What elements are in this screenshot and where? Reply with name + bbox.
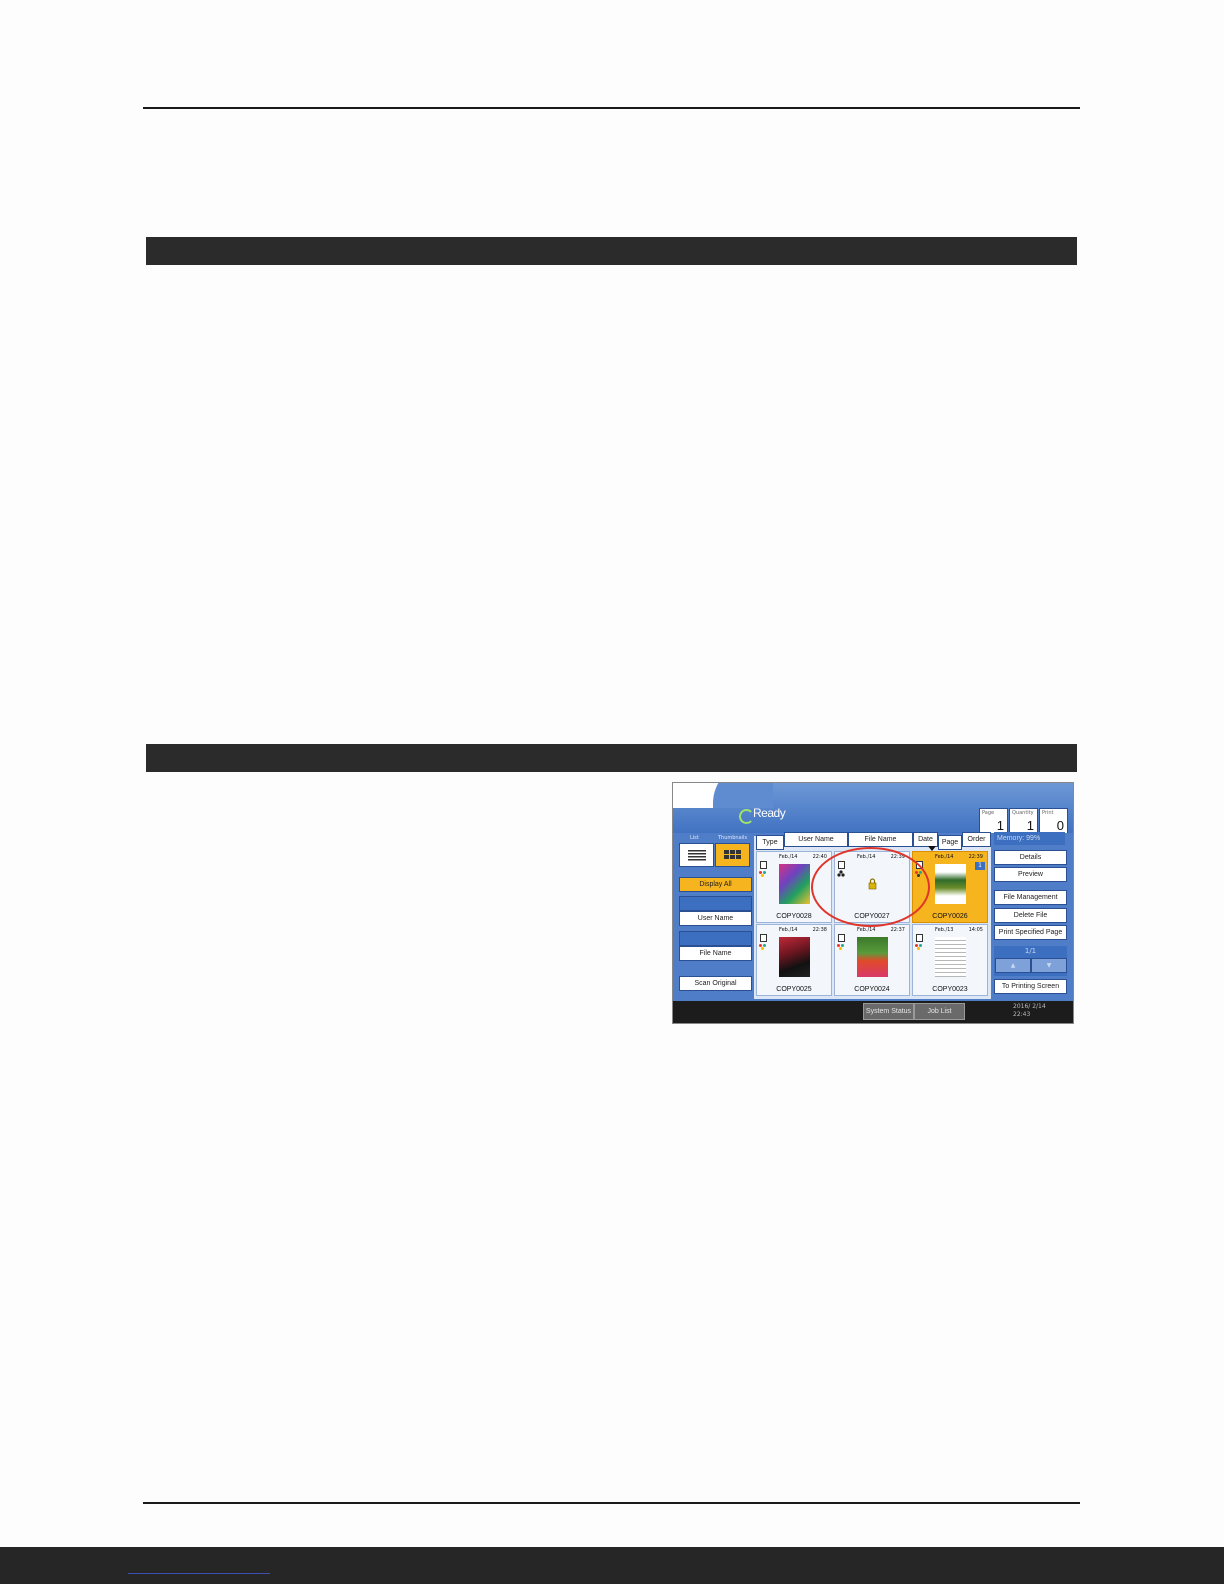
footer-rule: [143, 1502, 1080, 1504]
status-text: Ready: [753, 806, 786, 820]
file-name: COPY0026: [932, 913, 968, 920]
quantity-counter: Quantity 1: [1009, 808, 1038, 834]
quantity-counter-value: 1: [1026, 818, 1034, 833]
clock: 2016/ 2/14 22:43: [1013, 1003, 1046, 1019]
sort-file-name-button[interactable]: File Name: [848, 832, 913, 847]
file-name-field[interactable]: [679, 931, 752, 946]
file-thumbnail[interactable]: Feb./13 14:05 COPY0023: [912, 924, 988, 996]
list-icon: [688, 850, 706, 861]
footer-link[interactable]: [128, 1573, 270, 1574]
document-server-screen: Ready Page 1 Quantity 1 Print 0 List Thu…: [672, 782, 1074, 1024]
file-time: 14:05: [968, 927, 983, 933]
display-all-button[interactable]: Display All: [679, 877, 752, 892]
preview-button[interactable]: Preview: [994, 867, 1067, 882]
grid-icon: [724, 850, 741, 859]
section-bar-1: [146, 237, 1077, 265]
scan-original-button[interactable]: Scan Original: [679, 976, 752, 991]
file-date: Feb./14: [857, 927, 876, 933]
system-status-button[interactable]: System Status: [863, 1003, 914, 1020]
scroll-up-button[interactable]: ▲: [995, 958, 1031, 973]
file-date: Feb./14: [779, 927, 798, 933]
page-counter-label: Page: [982, 810, 995, 816]
print-counter-label: Print: [1042, 810, 1054, 816]
file-thumbnail[interactable]: Feb./14 22:37 COPY0024: [834, 924, 910, 996]
file-preview-image: [935, 864, 966, 904]
list-view-label: List: [690, 835, 699, 841]
thumbnail-view-button[interactable]: [715, 843, 750, 867]
file-date: Feb./14: [779, 854, 798, 860]
full-color-icon: [915, 944, 923, 950]
delete-file-button[interactable]: Delete File: [994, 908, 1067, 923]
file-preview-image: [857, 937, 888, 977]
sort-order-button[interactable]: Order: [962, 832, 991, 847]
details-button[interactable]: Details: [994, 850, 1067, 865]
print-counter-value: 0: [1056, 818, 1064, 833]
file-name: COPY0028: [776, 913, 812, 920]
print-specified-page-button[interactable]: Print Specified Page: [994, 925, 1067, 940]
sort-type-button[interactable]: Type: [756, 835, 784, 850]
highlight-circle: [811, 847, 930, 927]
full-color-icon: [759, 944, 767, 950]
full-color-icon: [759, 871, 767, 877]
file-time: 22:37: [890, 927, 905, 933]
sort-date-button[interactable]: Date: [913, 832, 938, 847]
file-preview-image: [935, 937, 966, 977]
user-name-button[interactable]: User Name: [679, 911, 752, 926]
file-time: 22:38: [812, 927, 827, 933]
footer-bar: [0, 1547, 1224, 1584]
page-indicator: 1/1: [1024, 947, 1037, 955]
file-date: Feb./13: [935, 927, 954, 933]
file-name: COPY0023: [932, 986, 968, 993]
page-counter: Page 1: [979, 808, 1008, 834]
clock-date: 2016/ 2/14: [1013, 1003, 1046, 1010]
list-view-button[interactable]: [679, 843, 714, 867]
clock-time: 22:43: [1013, 1011, 1031, 1018]
thumbnail-view-label: Thumbnails: [718, 835, 748, 841]
file-name: COPY0025: [776, 986, 812, 993]
file-name: COPY0024: [854, 986, 890, 993]
file-name-button[interactable]: File Name: [679, 946, 752, 961]
memory-indicator: Memory: 99%: [994, 832, 1065, 845]
page-navigator: 1/1 ▲ ▼: [994, 946, 1067, 976]
quantity-counter-label: Quantity: [1012, 810, 1034, 816]
file-preview-image: [779, 864, 810, 904]
to-printing-screen-button[interactable]: To Printing Screen: [994, 979, 1067, 994]
full-color-icon: [837, 944, 845, 950]
page-counter-value: 1: [996, 818, 1004, 833]
section-bar-2: [146, 744, 1077, 772]
header-tab-curve: [713, 783, 773, 808]
document-icon: [760, 934, 767, 942]
document-icon: [838, 934, 845, 942]
file-management-button[interactable]: File Management: [994, 890, 1067, 905]
job-list-button[interactable]: Job List: [914, 1003, 965, 1020]
file-time: 22:39: [968, 854, 983, 860]
header-rule: [143, 107, 1080, 109]
sort-page-button[interactable]: Page: [938, 835, 962, 850]
sort-user-name-button[interactable]: User Name: [784, 832, 848, 847]
document-icon: [760, 861, 767, 869]
print-counter: Print 0: [1039, 808, 1068, 834]
user-name-field[interactable]: [679, 896, 752, 911]
selection-order-badge: 1: [975, 862, 985, 870]
scroll-down-button[interactable]: ▼: [1031, 958, 1067, 973]
file-thumbnail[interactable]: Feb./14 22:38 COPY0025: [756, 924, 832, 996]
status-bar: System Status Job List 2016/ 2/14 22:43: [673, 1001, 1073, 1023]
file-date: Feb./14: [935, 854, 954, 860]
ready-icon: [739, 809, 754, 824]
file-time: 22:40: [812, 854, 827, 860]
document-icon: [916, 934, 923, 942]
file-preview-image: [779, 937, 810, 977]
screen-header: Ready Page 1 Quantity 1 Print 0: [673, 783, 1073, 838]
